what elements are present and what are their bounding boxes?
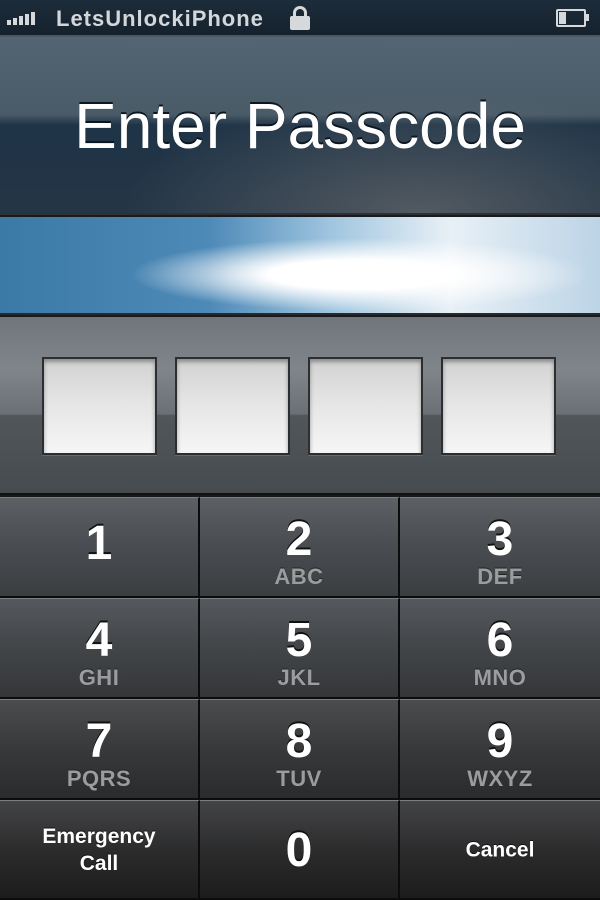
passcode-digit-field[interactable] — [441, 357, 556, 455]
key-2[interactable]: 2 ABC — [200, 497, 400, 598]
key-7[interactable]: 7 PQRS — [0, 699, 200, 800]
key-digit: 0 — [285, 824, 313, 877]
key-1[interactable]: 1 — [0, 497, 200, 598]
key-4[interactable]: 4 GHI — [0, 598, 200, 699]
title-bar: Enter Passcode — [0, 37, 600, 215]
key-letters: PQRS — [66, 766, 132, 791]
signal-strength-icon — [7, 11, 35, 25]
key-6[interactable]: 6 MNO — [400, 598, 600, 699]
key-digit: 8 — [285, 715, 313, 768]
key-digit: 7 — [85, 715, 113, 768]
key-0[interactable]: 0 — [200, 800, 400, 900]
lock-icon — [290, 6, 310, 30]
key-letters: TUV — [276, 766, 322, 791]
key-letters: ABC — [274, 564, 324, 589]
emergency-call-label: Emergency Call — [42, 824, 156, 875]
passcode-digit-field[interactable] — [42, 357, 157, 455]
key-8[interactable]: 8 TUV — [200, 699, 400, 800]
key-digit: 4 — [85, 614, 113, 667]
passcode-entry-area — [0, 317, 600, 495]
key-9[interactable]: 9 WXYZ — [400, 699, 600, 800]
key-digit: 5 — [285, 614, 313, 667]
key-digit: 9 — [486, 715, 514, 768]
wallpaper-strip — [0, 217, 600, 315]
cancel-button[interactable]: Cancel — [400, 800, 600, 900]
key-letters: MNO — [473, 665, 527, 690]
key-letters: DEF — [477, 564, 523, 589]
passcode-digit-field[interactable] — [175, 357, 290, 455]
passcode-fields — [42, 357, 556, 455]
battery-icon — [556, 9, 590, 27]
page-title: Enter Passcode — [74, 90, 526, 162]
key-digit: 3 — [486, 513, 514, 566]
key-letters: GHI — [78, 665, 120, 690]
carrier-name: LetsUnlockiPhone — [56, 6, 264, 31]
key-digit: 2 — [285, 513, 313, 566]
emergency-call-button[interactable]: Emergency Call — [0, 800, 200, 900]
numeric-keypad: 1 2 ABC 3 DEF 4 GHI 5 JKL 6 MNO 7 PQRS 8… — [0, 497, 600, 900]
key-letters: WXYZ — [467, 766, 533, 791]
key-digit: 1 — [85, 517, 113, 570]
status-bar: LetsUnlockiPhone — [0, 0, 600, 37]
key-3[interactable]: 3 DEF — [400, 497, 600, 598]
key-5[interactable]: 5 JKL — [200, 598, 400, 699]
key-digit: 6 — [486, 614, 514, 667]
passcode-digit-field[interactable] — [308, 357, 423, 455]
key-letters: JKL — [277, 665, 321, 690]
cancel-label: Cancel — [465, 838, 535, 861]
